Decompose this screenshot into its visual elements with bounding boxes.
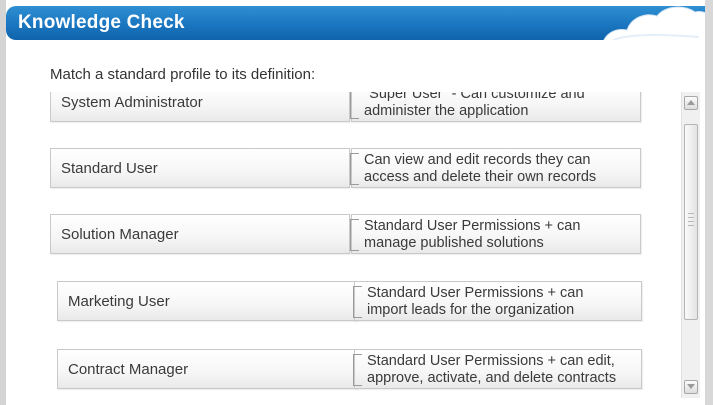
header-bar: Knowledge Check (6, 6, 705, 40)
definition-text: Can view and edit records they can acces… (364, 152, 597, 185)
vertical-scrollbar[interactable] (681, 92, 700, 398)
scrollbar-thumb[interactable] (684, 124, 698, 320)
definition-text: Standard User Permissions + can edit, ap… (367, 353, 617, 386)
instruction-text: Match a standard profile to its definiti… (50, 66, 316, 83)
matching-area: System Administrator "Super User" - Can … (40, 92, 680, 398)
term-standard-user[interactable]: Standard User (50, 148, 350, 188)
drop-bracket (350, 219, 359, 251)
right-edge (705, 0, 713, 405)
match-pair: Marketing User Standard User Permissions… (57, 281, 647, 321)
drop-bracket (350, 153, 359, 185)
match-pair: Contract Manager Standard User Permissio… (57, 349, 647, 389)
definition-slot[interactable]: Can view and edit records they can acces… (350, 148, 641, 188)
match-pair: Standard User Can view and edit records … (50, 148, 641, 188)
term-marketing-user[interactable]: Marketing User (57, 281, 357, 321)
scroll-up-arrow-icon (687, 100, 695, 105)
term-label: Solution Manager (61, 226, 179, 243)
definition-text: Standard User Permissions + can import l… (367, 285, 584, 318)
header-title: Knowledge Check (18, 12, 185, 33)
grip-line (688, 217, 694, 218)
drop-bracket (350, 92, 359, 119)
left-edge (0, 0, 6, 405)
definition-slot[interactable]: Standard User Permissions + can manage p… (350, 214, 641, 254)
definition-slot[interactable]: Standard User Permissions + can edit, ap… (353, 349, 642, 389)
match-pair: System Administrator "Super User" - Can … (50, 92, 641, 122)
term-label: Marketing User (68, 293, 170, 310)
scroll-down-arrow-icon (687, 384, 695, 389)
scroll-down-button[interactable] (684, 380, 698, 394)
definition-slot[interactable]: "Super User" - Can customize and adminis… (350, 92, 641, 122)
grip-line (688, 213, 694, 214)
term-contract-manager[interactable]: Contract Manager (57, 349, 357, 389)
scroll-up-button[interactable] (684, 96, 698, 110)
term-label: Standard User (61, 160, 158, 177)
definition-text: Standard User Permissions + can manage p… (364, 218, 581, 251)
match-pair: Solution Manager Standard User Permissio… (50, 214, 641, 254)
definition-text: "Super User" - Can customize and adminis… (364, 92, 585, 119)
cloud-icon (603, 6, 705, 40)
definition-slot[interactable]: Standard User Permissions + can import l… (353, 281, 642, 321)
drop-bracket (353, 354, 362, 386)
term-system-administrator[interactable]: System Administrator (50, 92, 350, 122)
term-label: System Administrator (61, 94, 203, 111)
term-solution-manager[interactable]: Solution Manager (50, 214, 350, 254)
grip-line (688, 221, 694, 222)
grip-line (688, 225, 694, 226)
term-label: Contract Manager (68, 361, 189, 378)
drop-bracket (353, 286, 362, 318)
